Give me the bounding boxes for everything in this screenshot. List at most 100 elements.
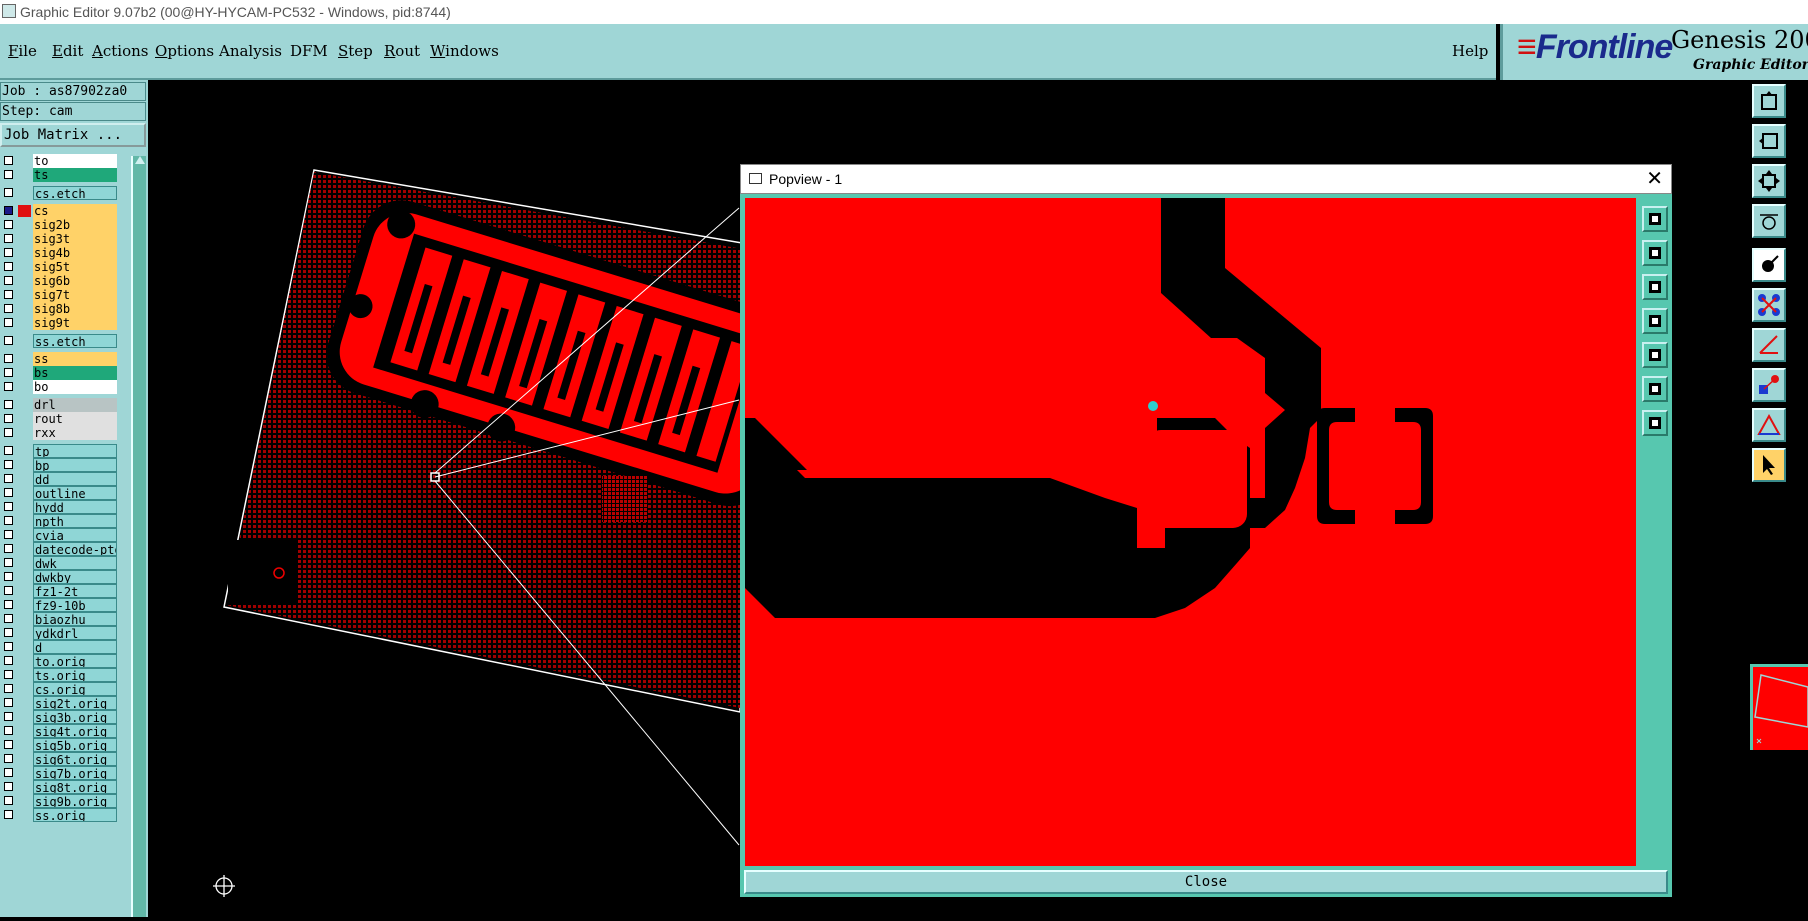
- layer-row-sig9b.orig[interactable]: sig9b.orig: [0, 794, 118, 808]
- layer-row-ts.orig[interactable]: ts.orig: [0, 668, 118, 682]
- layer-checkbox[interactable]: [4, 262, 13, 271]
- layer-name[interactable]: sig6t.orig: [33, 752, 117, 766]
- layer-name[interactable]: ss: [33, 352, 117, 366]
- layer-row-dwk[interactable]: dwk: [0, 556, 118, 570]
- layer-checkbox[interactable]: [4, 586, 13, 595]
- feature-select-icon[interactable]: [1752, 248, 1786, 282]
- layer-checkbox[interactable]: [4, 726, 13, 735]
- layer-checkbox[interactable]: [4, 684, 13, 693]
- layer-name[interactable]: sig3t: [33, 232, 117, 246]
- pan-up-icon[interactable]: [1642, 240, 1668, 266]
- pan-left-icon[interactable]: [1642, 308, 1668, 334]
- layer-checkbox[interactable]: [4, 382, 13, 391]
- layer-checkbox[interactable]: [4, 712, 13, 721]
- layer-up-icon[interactable]: [1752, 84, 1786, 118]
- layer-name[interactable]: sig6b: [33, 274, 117, 288]
- layer-row-bs[interactable]: bs: [0, 366, 118, 380]
- layer-checkbox[interactable]: [4, 234, 13, 243]
- menu-actions[interactable]: Actions: [92, 42, 148, 60]
- menu-dfm[interactable]: DFM: [290, 42, 328, 60]
- zoom-fit-icon[interactable]: [1642, 206, 1668, 232]
- layer-row-bo[interactable]: bo: [0, 380, 118, 394]
- layer-row-hydd[interactable]: hydd: [0, 500, 118, 514]
- layer-row-fz9-10b[interactable]: fz9-10b: [0, 598, 118, 612]
- menu-file[interactable]: File: [8, 42, 37, 60]
- layer-row-biaozhu[interactable]: biaozhu: [0, 612, 118, 626]
- layer-checkbox[interactable]: [4, 642, 13, 651]
- zoom-out-icon[interactable]: [1642, 410, 1668, 436]
- menu-edit[interactable]: Edit: [52, 42, 83, 60]
- layer-row-sig6b[interactable]: sig6b: [0, 274, 118, 288]
- layer-row-to[interactable]: to: [0, 154, 118, 168]
- layer-name[interactable]: cs: [33, 204, 117, 218]
- layer-checkbox[interactable]: [4, 156, 13, 165]
- measure-icon[interactable]: [1752, 328, 1786, 362]
- layer-name[interactable]: sig5t: [33, 260, 117, 274]
- scroll-up-arrow-icon[interactable]: [135, 156, 145, 164]
- menu-step[interactable]: Step: [338, 42, 373, 60]
- layer-name[interactable]: d: [33, 640, 117, 654]
- layer-row-cs.etch[interactable]: cs.etch: [0, 186, 118, 200]
- layer-checkbox[interactable]: [4, 572, 13, 581]
- layer-name[interactable]: dwkby: [33, 570, 117, 584]
- layer-checkbox[interactable]: [4, 544, 13, 553]
- layer-checkbox[interactable]: [4, 474, 13, 483]
- layer-name[interactable]: dd: [33, 472, 117, 486]
- layer-checkbox[interactable]: [4, 446, 13, 455]
- layer-name[interactable]: sig2b: [33, 218, 117, 232]
- layer-checkbox[interactable]: [4, 698, 13, 707]
- layer-name[interactable]: hydd: [33, 500, 117, 514]
- menu-analysis[interactable]: Analysis: [219, 42, 282, 60]
- layer-name[interactable]: datecode-pto: [33, 542, 117, 556]
- layer-row-sig2t.orig[interactable]: sig2t.orig: [0, 696, 118, 710]
- layer-row-ss.etch[interactable]: ss.etch: [0, 334, 118, 348]
- layer-checkbox[interactable]: [4, 400, 13, 409]
- layer-row-bp[interactable]: bp: [0, 458, 118, 472]
- zoom-in-icon[interactable]: [1642, 376, 1668, 402]
- layer-checkbox[interactable]: [4, 810, 13, 819]
- snap-icon[interactable]: [1752, 368, 1786, 402]
- layer-checkbox[interactable]: [4, 290, 13, 299]
- triangle-icon[interactable]: [1752, 408, 1786, 442]
- layer-name[interactable]: sig8b: [33, 302, 117, 316]
- layer-name[interactable]: ss.etch: [33, 334, 117, 348]
- layer-checkbox[interactable]: [4, 614, 13, 623]
- layer-row-d[interactable]: d: [0, 640, 118, 654]
- layer-name[interactable]: fz1-2t: [33, 584, 117, 598]
- layer-row-drl[interactable]: drl: [0, 398, 118, 412]
- layer-row-rout[interactable]: rout: [0, 412, 118, 426]
- layer-row-outline[interactable]: outline: [0, 486, 118, 500]
- layer-checkbox[interactable]: [4, 656, 13, 665]
- layer-name[interactable]: sig4b: [33, 246, 117, 260]
- layer-row-sig5b.orig[interactable]: sig5b.orig: [0, 738, 118, 752]
- layer-row-ts[interactable]: ts: [0, 168, 118, 182]
- layer-checkbox[interactable]: [4, 488, 13, 497]
- layer-name[interactable]: sig7t: [33, 288, 117, 302]
- layer-row-dwkby[interactable]: dwkby: [0, 570, 118, 584]
- layer-checkbox[interactable]: [4, 460, 13, 469]
- layer-row-ss.orig[interactable]: ss.orig: [0, 808, 118, 822]
- layer-name[interactable]: sig2t.orig: [33, 696, 117, 710]
- layer-name[interactable]: outline: [33, 486, 117, 500]
- layer-row-sig8t.orig[interactable]: sig8t.orig: [0, 780, 118, 794]
- layer-row-sig3b.orig[interactable]: sig3b.orig: [0, 710, 118, 724]
- close-icon[interactable]: ✕: [1646, 165, 1663, 193]
- layer-checkbox[interactable]: [4, 754, 13, 763]
- layer-name[interactable]: dwk: [33, 556, 117, 570]
- layer-checkbox[interactable]: [4, 428, 13, 437]
- layer-checkbox[interactable]: [4, 170, 13, 179]
- net-icon[interactable]: [1752, 288, 1786, 322]
- layer-checkbox[interactable]: [4, 336, 13, 345]
- pan-down-icon[interactable]: [1642, 274, 1668, 300]
- layer-row-dd[interactable]: dd: [0, 472, 118, 486]
- layer-name[interactable]: sig9t: [33, 316, 117, 330]
- menu-windows[interactable]: Windows: [430, 42, 499, 60]
- layer-name[interactable]: biaozhu: [33, 612, 117, 626]
- layer-name[interactable]: cs.orig: [33, 682, 117, 696]
- layer-row-sig3t[interactable]: sig3t: [0, 232, 118, 246]
- layer-checkbox[interactable]: [4, 740, 13, 749]
- layer-name[interactable]: ydkdrl: [33, 626, 117, 640]
- layer-name[interactable]: fz9-10b: [33, 598, 117, 612]
- layer-checkbox[interactable]: [4, 304, 13, 313]
- menu-options[interactable]: Options: [155, 42, 214, 60]
